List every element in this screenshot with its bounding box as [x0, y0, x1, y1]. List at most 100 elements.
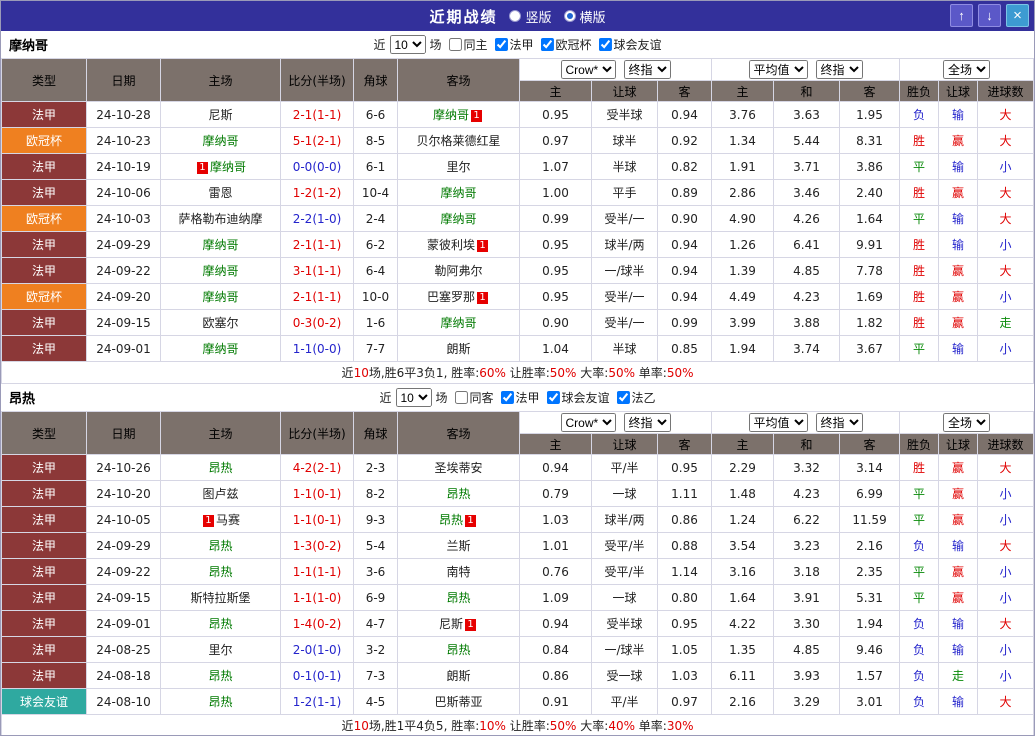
score-link[interactable]: 1-1(0-1)	[293, 513, 342, 527]
filter-checkbox[interactable]: 球会友谊	[546, 389, 610, 406]
team-name-link[interactable]: 摩纳哥	[202, 264, 238, 278]
filter-checkbox[interactable]: 法甲	[500, 389, 540, 406]
score-link[interactable]: 1-1(1-0)	[293, 591, 342, 605]
team-name-link[interactable]: 昂热	[208, 539, 232, 553]
average-odds-select[interactable]: 平均值	[748, 413, 808, 432]
team-name-link[interactable]: 朗斯	[446, 342, 470, 356]
score-link[interactable]: 0-1(0-1)	[293, 669, 342, 683]
filter-checkbox[interactable]: 球会友谊	[598, 36, 662, 53]
final-index-select[interactable]: 终指	[623, 413, 671, 432]
team-section-1: 摩纳哥近 10 场同主 法甲 欧冠杯 球会友谊 类型 日期 主场 比分(半场) 角球 客场 Crow* 终…	[1, 31, 1034, 384]
handicap-home-odds-cell: 1.01	[519, 532, 592, 559]
team-name-link[interactable]: 昂热	[439, 513, 463, 527]
filter-checkbox-input[interactable]	[616, 391, 630, 404]
handicap-away-odds-cell: 0.88	[656, 532, 713, 559]
team-name-link[interactable]: 里尔	[208, 643, 232, 657]
match-count-select[interactable]: 10	[395, 388, 432, 407]
team-name-link[interactable]: 萨格勒布迪纳摩	[178, 212, 262, 226]
team-name-link[interactable]: 马赛	[216, 513, 240, 527]
team-name-link[interactable]: 斯特拉斯堡	[190, 591, 250, 605]
team-name-link[interactable]: 昂热	[208, 695, 232, 709]
filter-checkbox-input[interactable]	[540, 38, 554, 51]
filter-checkbox-input[interactable]	[454, 391, 468, 404]
filter-checkbox-input[interactable]	[546, 391, 560, 404]
result-outcome-cell: 负	[899, 662, 940, 689]
score-link[interactable]: 2-0(1-0)	[293, 643, 342, 657]
team-name-link[interactable]: 昂热	[208, 461, 232, 475]
team-name-link[interactable]: 勒阿弗尔	[434, 264, 482, 278]
bookmaker-select[interactable]: Crow*	[560, 413, 616, 432]
team-name-link[interactable]: 贝尔格莱德红星	[416, 134, 500, 148]
final-index-select[interactable]: 终指	[815, 413, 863, 432]
scroll-down-button[interactable]: ↓	[978, 4, 1001, 27]
score-link[interactable]: 0-3(0-2)	[293, 316, 342, 330]
filter-checkbox-input[interactable]	[500, 391, 514, 404]
final-index-select[interactable]: 终指	[623, 60, 671, 79]
team-name-link[interactable]: 摩纳哥	[202, 342, 238, 356]
score-link[interactable]: 1-1(1-1)	[293, 565, 342, 579]
score-link[interactable]: 1-4(0-2)	[293, 617, 342, 631]
score-link[interactable]: 1-3(0-2)	[293, 539, 342, 553]
filter-checkbox-input[interactable]	[598, 38, 612, 51]
team-name-link[interactable]: 昂热	[208, 669, 232, 683]
layout-radio-horizontal[interactable]: 横版	[563, 7, 606, 26]
team-name-link[interactable]: 摩纳哥	[440, 212, 476, 226]
team-name-link[interactable]: 巴塞罗那	[427, 290, 475, 304]
team-name-link[interactable]: 里尔	[446, 160, 470, 174]
team-name-link[interactable]: 尼斯	[439, 617, 463, 631]
team-name-link[interactable]: 摩纳哥	[202, 238, 238, 252]
team-name-link[interactable]: 欧塞尔	[202, 316, 238, 330]
score-link[interactable]: 2-1(1-1)	[293, 108, 342, 122]
final-index-select[interactable]: 终指	[815, 60, 863, 79]
scroll-up-button[interactable]: ↑	[950, 4, 973, 27]
team-name-link[interactable]: 兰斯	[446, 539, 470, 553]
team-name-link[interactable]: 巴斯蒂亚	[434, 695, 482, 709]
score-link[interactable]: 1-1(0-1)	[293, 487, 342, 501]
score-link[interactable]: 1-1(0-0)	[293, 342, 342, 356]
score-link[interactable]: 2-1(1-1)	[293, 238, 342, 252]
team-name-link[interactable]: 昂热	[208, 617, 232, 631]
result-goals-cell: 小	[977, 584, 1034, 611]
score-link[interactable]: 0-0(0-0)	[293, 160, 342, 174]
team-name-link[interactable]: 朗斯	[446, 669, 470, 683]
layout-radio-vertical[interactable]: 竖版	[509, 7, 552, 26]
team-name-link[interactable]: 尼斯	[208, 108, 232, 122]
team-name-link[interactable]: 蒙彼利埃	[427, 238, 475, 252]
team-name-link[interactable]: 昂热	[446, 487, 470, 501]
filter-checkbox[interactable]: 法乙	[616, 389, 656, 406]
team-name-link[interactable]: 图卢兹	[202, 487, 238, 501]
score-link[interactable]: 3-1(1-1)	[293, 264, 342, 278]
score-link[interactable]: 2-2(1-0)	[293, 212, 342, 226]
team-name-link[interactable]: 摩纳哥	[433, 108, 469, 122]
filter-checkbox[interactable]: 同主	[448, 36, 488, 53]
team-name-link[interactable]: 雷恩	[208, 186, 232, 200]
score-link[interactable]: 5-1(2-1)	[293, 134, 342, 148]
team-name-link[interactable]: 摩纳哥	[440, 186, 476, 200]
team-name-link[interactable]: 昂热	[446, 643, 470, 657]
filter-checkbox[interactable]: 法甲	[494, 36, 534, 53]
score-link[interactable]: 1-2(1-1)	[293, 695, 342, 709]
league-type-cell: 法甲	[1, 584, 87, 611]
filter-checkbox-input[interactable]	[494, 38, 508, 51]
team-name-link[interactable]: 昂热	[446, 591, 470, 605]
average-odds-select[interactable]: 平均值	[748, 60, 808, 79]
team-name-link[interactable]: 摩纳哥	[210, 160, 246, 174]
full-match-select[interactable]: 全场	[943, 60, 991, 79]
bookmaker-select[interactable]: Crow*	[560, 60, 616, 79]
team-name-link[interactable]: 圣埃蒂安	[434, 461, 482, 475]
close-button[interactable]: ×	[1006, 4, 1029, 27]
full-match-select[interactable]: 全场	[943, 413, 991, 432]
team-name-link[interactable]: 摩纳哥	[440, 316, 476, 330]
filter-checkbox[interactable]: 欧冠杯	[540, 36, 592, 53]
team-name-link[interactable]: 南特	[446, 565, 470, 579]
team-name-link[interactable]: 摩纳哥	[202, 134, 238, 148]
score-link[interactable]: 4-2(2-1)	[293, 461, 342, 475]
dropdown-group: 全场	[899, 58, 1034, 81]
team-name-link[interactable]: 摩纳哥	[202, 290, 238, 304]
score-link[interactable]: 2-1(1-1)	[293, 290, 342, 304]
score-link[interactable]: 1-2(1-2)	[293, 186, 342, 200]
filter-checkbox-input[interactable]	[448, 38, 462, 51]
filter-checkbox[interactable]: 同客	[454, 389, 494, 406]
team-name-link[interactable]: 昂热	[208, 565, 232, 579]
match-count-select[interactable]: 10	[389, 35, 426, 54]
